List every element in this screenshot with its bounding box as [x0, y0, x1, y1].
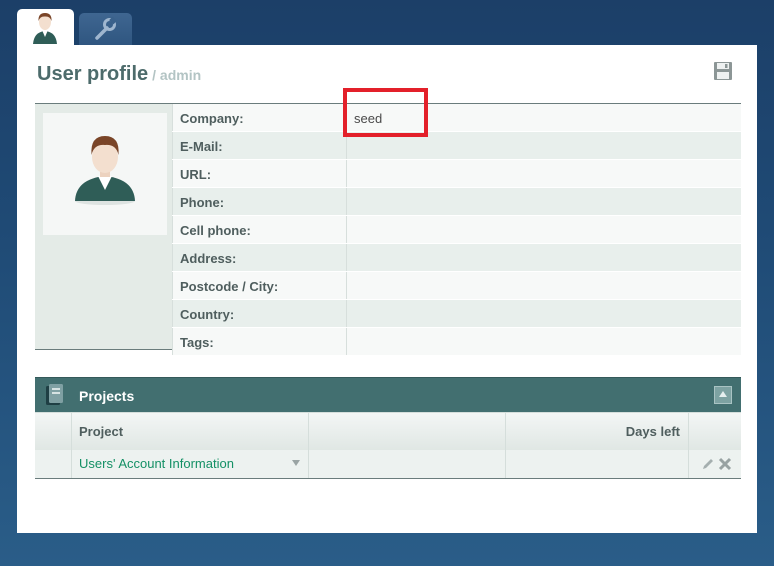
field-row-phone: Phone: [172, 188, 741, 216]
field-label: Postcode / City: [172, 272, 347, 299]
projects-header: Projects [35, 377, 741, 412]
page-title-text: User profile [37, 63, 149, 85]
projects-title: Projects [79, 388, 135, 404]
field-row-cell-phone: Cell phone: [172, 216, 741, 244]
row-actions [689, 450, 741, 478]
column-header-days-left[interactable]: Days left [506, 413, 689, 450]
field-label: Tags: [172, 328, 347, 355]
project-select[interactable]: Users' Account Information [72, 450, 309, 478]
profile-fields: Company: seed E-Mail: URL: Phone: Cell p… [172, 104, 741, 356]
delete-x-icon[interactable] [718, 457, 732, 471]
highlight-box [343, 88, 428, 137]
projects-section: Projects Project Days left Users' Accoun… [35, 377, 741, 479]
page-title: User profile / admin [37, 63, 201, 86]
days-left-cell [506, 450, 689, 478]
field-row-email: E-Mail: [172, 132, 741, 160]
field-value-country[interactable] [347, 300, 741, 327]
projects-column-header: Project Days left [35, 412, 741, 450]
field-label: URL: [172, 160, 347, 187]
column-header-blank [309, 413, 506, 450]
field-label: Cell phone: [172, 216, 347, 243]
avatar-cell [35, 104, 172, 349]
column-spacer [35, 413, 72, 450]
project-name: Users' Account Information [79, 456, 234, 471]
field-value-phone[interactable] [347, 188, 741, 215]
column-header-actions [689, 413, 741, 450]
row-spacer [35, 450, 72, 478]
avatar [43, 113, 167, 235]
field-row-company: Company: seed [172, 104, 741, 132]
column-header-project[interactable]: Project [72, 413, 309, 450]
tab-settings[interactable] [79, 13, 132, 45]
field-value-postcode-city[interactable] [347, 272, 741, 299]
profile-table: Company: seed E-Mail: URL: Phone: Cell p… [35, 103, 741, 356]
field-row-url: URL: [172, 160, 741, 188]
field-value-tags[interactable] [347, 328, 741, 355]
pencil-icon[interactable] [701, 457, 715, 471]
table-row: Users' Account Information [35, 450, 741, 479]
field-label: E-Mail: [172, 132, 347, 159]
field-value-address[interactable] [347, 244, 741, 271]
field-label: Phone: [172, 188, 347, 215]
field-label: Company: [172, 104, 347, 131]
dropdown-arrow-icon [292, 460, 300, 466]
field-label: Country: [172, 300, 347, 327]
field-row-country: Country: [172, 300, 741, 328]
wrench-icon [95, 16, 117, 40]
tab-user-profile[interactable] [17, 9, 74, 45]
row-cell-blank [309, 450, 506, 478]
collapse-arrow-icon [719, 391, 727, 397]
field-row-postcode-city: Postcode / City: [172, 272, 741, 300]
collapse-button[interactable] [714, 386, 732, 404]
field-value-url[interactable] [347, 160, 741, 187]
field-row-address: Address: [172, 244, 741, 272]
floppy-disk-icon[interactable] [713, 61, 733, 81]
field-row-tags: Tags: [172, 328, 741, 356]
projects-icon [46, 384, 63, 405]
field-value-cell-phone[interactable] [347, 216, 741, 243]
user-icon [33, 13, 57, 44]
page-subtitle: / admin [152, 67, 202, 83]
main-panel: User profile / admin Company: seed E-Mai… [17, 45, 757, 533]
field-label: Address: [172, 244, 347, 271]
user-avatar-icon [75, 136, 135, 205]
